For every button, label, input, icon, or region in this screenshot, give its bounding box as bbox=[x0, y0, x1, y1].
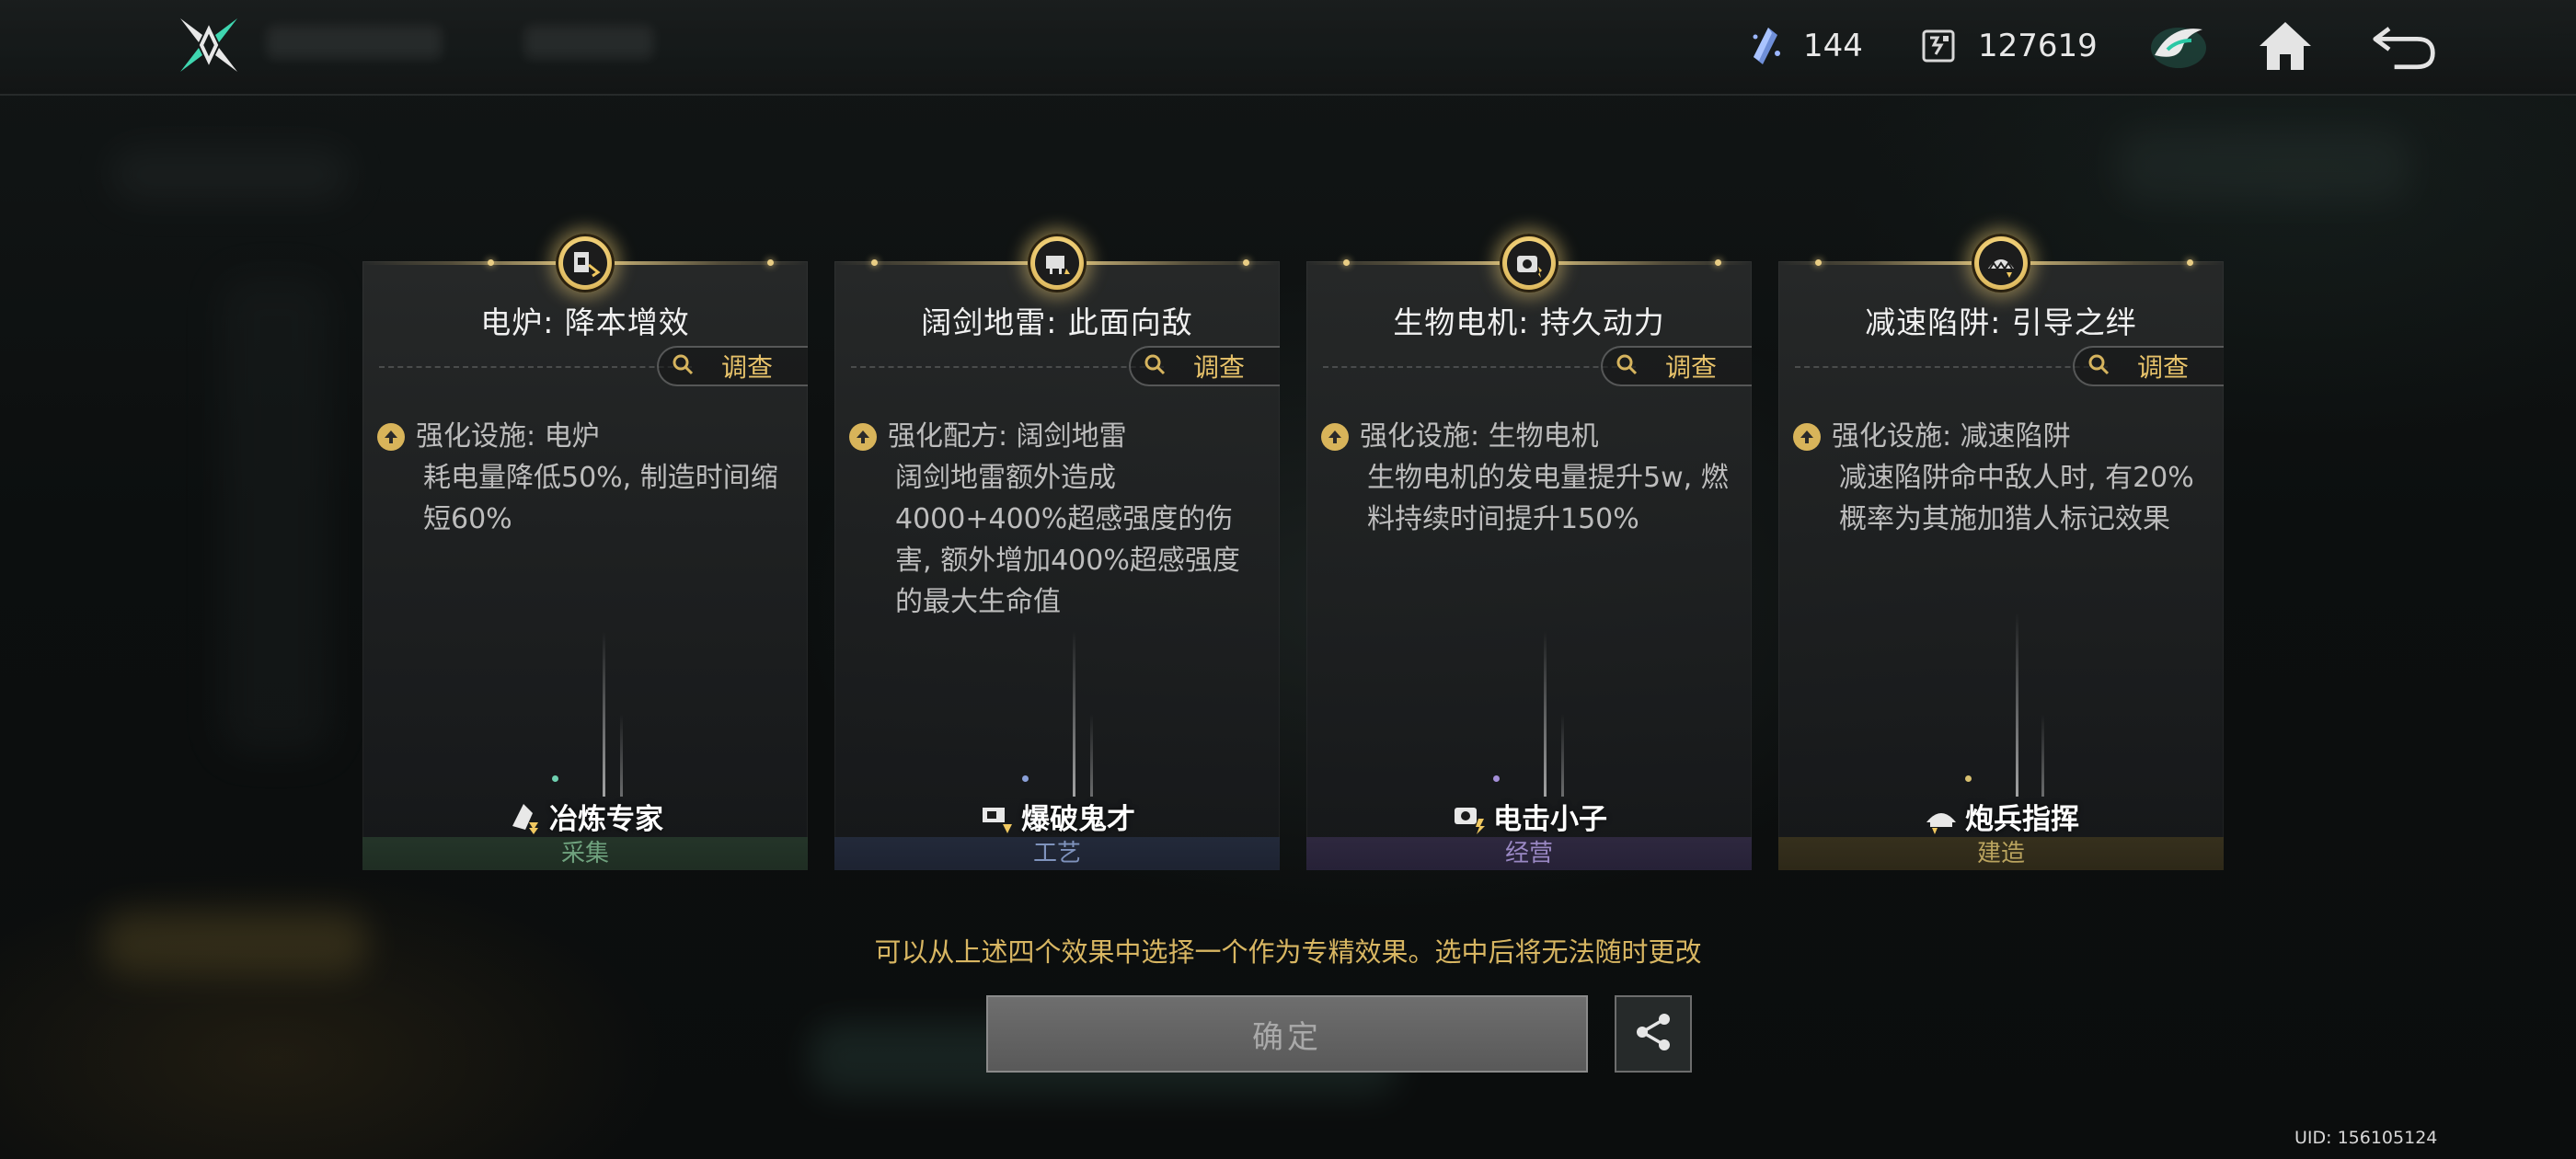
home-icon[interactable] bbox=[2252, 15, 2318, 77]
effect-description: 强化配方: 阔剑地雷 阔剑地雷额外造成4000+400%超感强度的伤害, 额外增… bbox=[849, 416, 1263, 623]
demolition-genius-icon bbox=[979, 798, 1016, 835]
confirm-button[interactable]: 确定 bbox=[986, 995, 1588, 1073]
upgrade-arrow-icon bbox=[849, 422, 877, 451]
furnace-icon bbox=[556, 234, 615, 293]
category-label: 建造 bbox=[1778, 837, 2224, 870]
crystal-count: 144 bbox=[1803, 28, 1863, 64]
investigate-button[interactable]: 调查 bbox=[1601, 346, 1752, 386]
effect-description: 强化设施: 电炉 耗电量降低50%, 制造时间缩短60% bbox=[377, 416, 791, 540]
chip-currency[interactable]: 127619 bbox=[1921, 20, 2098, 72]
effect-card-claymore-mine[interactable]: 阔剑地雷: 此面向敌 调查 强化配方: 阔剑地雷 阔剑地雷额外造成4000+40… bbox=[834, 234, 1280, 870]
effect-card-bio-motor[interactable]: 生物电机: 持久动力 调查 强化设施: 生物电机 生物电机的发电量提升5w, 燃… bbox=[1306, 234, 1752, 870]
investigate-button[interactable]: 调查 bbox=[657, 346, 808, 386]
card-title: 电炉: 降本增效 bbox=[480, 304, 690, 340]
crystal-shard-icon bbox=[1750, 26, 1781, 66]
effect-body: 生物电机的发电量提升5w, 燃料持续时间提升150% bbox=[1367, 462, 1729, 535]
effect-card-electric-furnace[interactable]: 电炉: 降本增效 调查 强化设施: 电炉 耗电量降低50%, 制造时间缩短60%… bbox=[362, 234, 808, 870]
card-title: 阔剑地雷: 此面向敌 bbox=[921, 304, 1193, 340]
investigate-label: 调查 bbox=[1193, 352, 1246, 383]
faction-emblem-icon[interactable] bbox=[2145, 15, 2212, 77]
slow-trap-icon bbox=[1972, 234, 2030, 293]
investigate-label: 调查 bbox=[721, 352, 774, 383]
search-icon bbox=[1144, 353, 1166, 379]
category-label: 采集 bbox=[362, 837, 808, 870]
artillery-commander-icon bbox=[1923, 798, 1960, 835]
specialist: 电击小子 bbox=[1306, 796, 1752, 837]
effect-body: 耗电量降低50%, 制造时间缩短60% bbox=[423, 462, 778, 535]
effect-target: 强化设施: 减速陷阱 bbox=[1832, 420, 2071, 453]
upgrade-arrow-icon bbox=[377, 422, 405, 451]
upgrade-arrow-icon bbox=[1793, 422, 1821, 451]
user-id: UID: 156105124 bbox=[2294, 1128, 2438, 1148]
top-bar: 144 127619 bbox=[0, 0, 2576, 96]
specialist-name: 电击小子 bbox=[1493, 803, 1607, 836]
selection-hint: 可以从上述四个效果中选择一个作为专精效果。选中后将无法随时更改 bbox=[874, 936, 1702, 968]
specialist: 爆破鬼才 bbox=[834, 796, 1280, 837]
smelting-expert-icon bbox=[507, 798, 544, 835]
claymore-icon bbox=[1028, 234, 1087, 293]
specialist-name: 炮兵指挥 bbox=[1965, 803, 2079, 836]
bio-motor-icon bbox=[1500, 234, 1558, 293]
effect-target: 强化设施: 电炉 bbox=[416, 420, 600, 453]
specialist-name: 爆破鬼才 bbox=[1021, 803, 1135, 836]
effect-description: 强化设施: 减速陷阱 减速陷阱命中敌人时, 有20%概率为其施加猎人标记效果 bbox=[1793, 416, 2207, 540]
specialist: 冶炼专家 bbox=[362, 796, 808, 837]
search-icon bbox=[672, 353, 694, 379]
specialist: 炮兵指挥 bbox=[1778, 796, 2224, 837]
investigate-label: 调查 bbox=[1665, 352, 1718, 383]
effect-body: 减速陷阱命中敌人时, 有20%概率为其施加猎人标记效果 bbox=[1839, 462, 2194, 535]
effect-body: 阔剑地雷额外造成4000+400%超感强度的伤害, 额外增加400%超感强度的最… bbox=[895, 462, 1240, 618]
crystal-currency[interactable]: 144 bbox=[1750, 20, 1863, 72]
search-icon bbox=[2087, 353, 2110, 379]
back-icon[interactable] bbox=[2372, 15, 2438, 77]
effect-card-slow-trap[interactable]: 减速陷阱: 引导之绊 调查 强化设施: 减速陷阱 减速陷阱命中敌人时, 有20%… bbox=[1778, 234, 2224, 870]
investigate-label: 调查 bbox=[2137, 352, 2190, 383]
chip-icon bbox=[1921, 29, 1956, 63]
card-title: 生物电机: 持久动力 bbox=[1393, 304, 1665, 340]
card-title: 减速陷阱: 引导之绊 bbox=[1865, 304, 2137, 340]
effect-description: 强化设施: 生物电机 生物电机的发电量提升5w, 燃料持续时间提升150% bbox=[1321, 416, 1735, 540]
category-label: 工艺 bbox=[834, 837, 1280, 870]
game-logo-icon bbox=[178, 17, 239, 74]
upgrade-arrow-icon bbox=[1321, 422, 1349, 451]
investigate-button[interactable]: 调查 bbox=[2073, 346, 2224, 386]
category-label: 经营 bbox=[1306, 837, 1752, 870]
shock-kid-icon bbox=[1451, 798, 1488, 835]
search-icon bbox=[1616, 353, 1638, 379]
effect-target: 强化设施: 生物电机 bbox=[1360, 420, 1599, 453]
specialist-name: 冶炼专家 bbox=[549, 803, 663, 836]
effect-target: 强化配方: 阔剑地雷 bbox=[888, 420, 1127, 453]
share-button[interactable] bbox=[1615, 995, 1692, 1073]
share-icon bbox=[1631, 1010, 1675, 1058]
investigate-button[interactable]: 调查 bbox=[1129, 346, 1280, 386]
chip-count: 127619 bbox=[1978, 28, 2098, 64]
